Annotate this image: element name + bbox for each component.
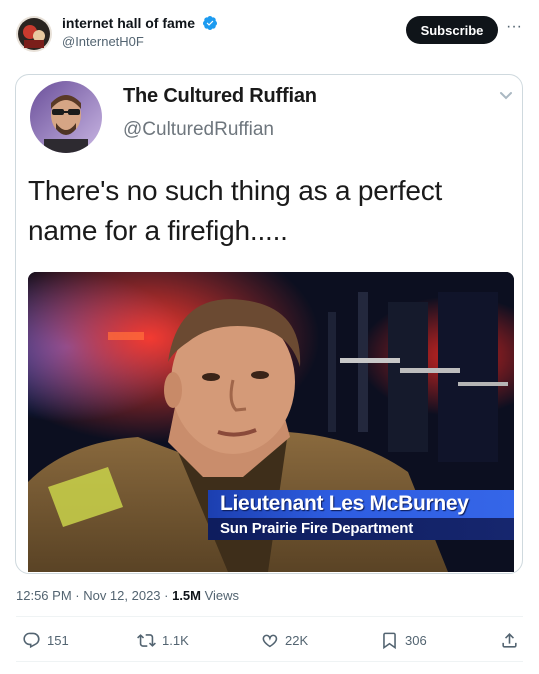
share-icon [502, 632, 517, 648]
chevron-down-icon [500, 92, 512, 100]
lower-third-name: Lieutenant Les McBurney [220, 492, 469, 515]
lower-third-title-bar: Sun Prairie Fire Department [208, 518, 514, 540]
more-options-icon[interactable]: ··· [504, 19, 524, 40]
quoted-author-handle: @CulturedRuffian [123, 119, 274, 140]
reply-icon [23, 632, 40, 648]
news-photo: Lieutenant Les McBurney Sun Prairie Fire… [28, 272, 514, 572]
bookmark-count: 306 [405, 632, 427, 648]
author-handle[interactable]: @InternetH0F [62, 34, 144, 49]
views-label: Views [201, 588, 240, 603]
post-timestamp[interactable]: 12:56 PM · Nov 12, 2023 · 1.5M Views [16, 588, 239, 603]
repost-count: 1.1K [162, 632, 189, 648]
bookmark-icon [383, 632, 396, 649]
heart-icon [262, 634, 278, 647]
timestamp-text[interactable]: 12:56 PM · Nov 12, 2023 · [16, 588, 172, 603]
divider [16, 661, 523, 662]
share-button[interactable] [500, 628, 519, 652]
reply-count: 151 [47, 632, 69, 648]
views-count: 1.5M [172, 588, 201, 603]
subscribe-button[interactable]: Subscribe [406, 16, 498, 44]
bookmark-button[interactable]: 306 [380, 628, 427, 652]
post-media-image[interactable]: The Cultured Ruffian @CulturedRuffian Th… [15, 74, 523, 574]
repost-icon [137, 633, 156, 647]
lower-third-title: Sun Prairie Fire Department [220, 520, 413, 537]
author-avatar[interactable] [16, 16, 52, 52]
quoted-author-avatar [30, 81, 102, 153]
quoted-author-name: The Cultured Ruffian [123, 85, 317, 107]
lower-third-name-bar: Lieutenant Les McBurney [208, 490, 514, 518]
divider [16, 616, 523, 617]
repost-button[interactable]: 1.1K [137, 628, 189, 652]
reply-button[interactable]: 151 [22, 628, 69, 652]
author-name[interactable]: internet hall of fame [62, 15, 218, 31]
author-name-text[interactable]: internet hall of fame [62, 15, 195, 31]
quoted-tweet-text: There's no such thing as a perfect name … [28, 175, 443, 246]
like-count: 22K [285, 632, 309, 648]
verified-badge-icon [202, 16, 217, 30]
like-button[interactable]: 22K [260, 628, 308, 652]
